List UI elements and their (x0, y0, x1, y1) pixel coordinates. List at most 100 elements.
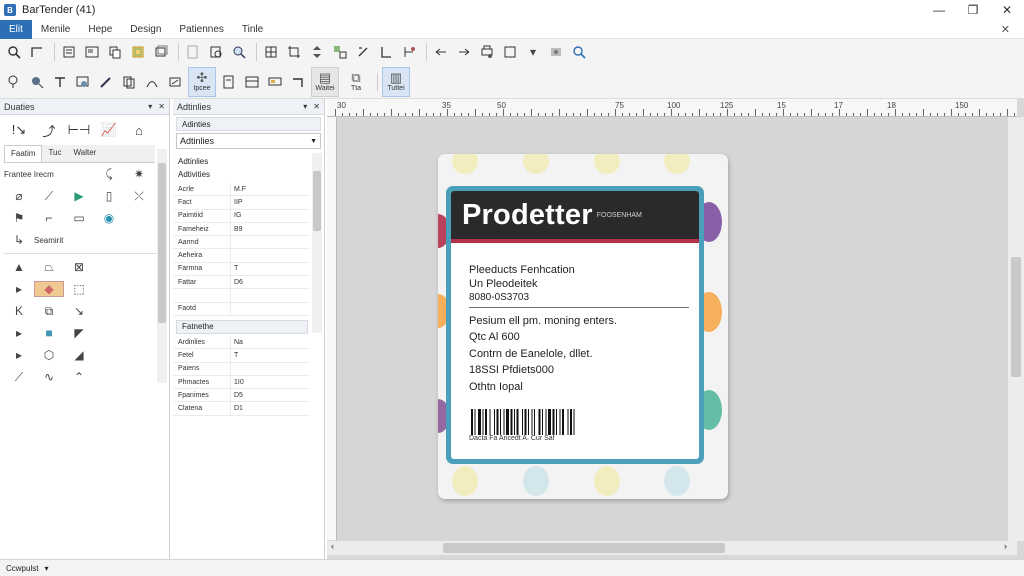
close-button[interactable]: ✕ (990, 0, 1024, 20)
page-setup-icon[interactable] (183, 42, 203, 62)
minimize-button[interactable]: — (922, 0, 956, 20)
toolbox-row-seamirit[interactable]: ↳ Seamirit (0, 229, 169, 251)
group-icon[interactable] (330, 42, 350, 62)
label-header[interactable]: Prodetter FOOSENHAM (451, 191, 699, 243)
label-preview[interactable]: Prodetter FOOSENHAM Pleeducts Fenhcation… (438, 154, 728, 499)
expand-arrow-icon[interactable]: ▸ (4, 326, 34, 340)
property-value[interactable]: T (231, 265, 238, 272)
pin-icon[interactable]: ▾ (148, 102, 152, 111)
label-text-line[interactable]: 18SSI Pfdiets000 (469, 364, 554, 376)
menu-item-design[interactable]: Design (121, 20, 170, 39)
wave-icon[interactable]: ∿ (34, 370, 64, 384)
bracket-shape-icon[interactable]: ⬡ (34, 348, 64, 362)
property-value[interactable]: Na (231, 339, 243, 346)
copy-object-icon[interactable] (119, 72, 139, 92)
magnify-icon[interactable] (569, 42, 589, 62)
menu-item-view[interactable]: Hepe (79, 20, 121, 39)
property-value[interactable]: T (231, 352, 238, 359)
property-value[interactable]: D1 (231, 405, 243, 412)
brush-icon[interactable]: ⌀ (4, 189, 34, 203)
connector-icon[interactable] (288, 72, 308, 92)
x-box-icon[interactable]: ⊠ (64, 260, 94, 274)
curve-icon[interactable] (142, 72, 162, 92)
home-icon[interactable]: ⌂ (124, 119, 154, 141)
label-text-line[interactable]: Un Pleodeitek (469, 278, 538, 290)
canvas-vertical-scrollbar[interactable] (1008, 117, 1024, 541)
align-icon[interactable] (376, 42, 396, 62)
property-row[interactable]: Fattar D6 (173, 276, 310, 290)
polyline-icon[interactable]: ⟋ (34, 189, 64, 204)
table-icon[interactable] (242, 72, 262, 92)
toolbar-group-tuttei[interactable]: ▥ Tuttei (382, 66, 410, 97)
copy-icon[interactable] (105, 42, 125, 62)
redo-icon[interactable] (454, 42, 474, 62)
chart-tool-icon[interactable]: 📈 (94, 119, 124, 141)
toolbar-group-waitei[interactable]: ▤ Waitei (311, 66, 339, 97)
property-row[interactable]: Phmactes 1I0 (173, 375, 310, 390)
menu-item-file[interactable]: Elit (0, 19, 32, 39)
picture-icon[interactable]: ◉ (94, 211, 124, 225)
rotate-icon[interactable] (353, 42, 373, 62)
expand-arrow-icon[interactable]: ▸ (4, 348, 34, 362)
property-value[interactable]: D5 (231, 392, 243, 399)
label-text-line[interactable]: Contrn de Eanelole, dllet. (469, 348, 593, 360)
property-row[interactable]: Clatena D1 (173, 402, 310, 416)
small-triangle-icon[interactable]: ◢ (64, 348, 94, 362)
clip-icon[interactable]: ⬚ (64, 282, 94, 296)
menu-item-tools[interactable]: Patiennes (170, 20, 232, 39)
property-value[interactable]: D6 (231, 279, 243, 286)
shape-icon[interactable] (27, 72, 47, 92)
property-row[interactable]: Faotd (173, 302, 310, 316)
close-icon[interactable]: ✕ (158, 102, 165, 111)
new-document-icon[interactable] (59, 42, 79, 62)
ruler-icon[interactable]: ⊢⊣ (64, 119, 94, 141)
property-row[interactable]: Fpanimes D5 (173, 389, 310, 403)
property-row[interactable]: Aarmd (173, 236, 310, 250)
property-row[interactable]: Paiens (173, 362, 310, 376)
property-row[interactable]: Fetel T (173, 349, 310, 363)
undo-icon[interactable] (431, 42, 451, 62)
triangle-icon[interactable]: ▶ (64, 189, 94, 203)
property-row[interactable]: Ardinlies Na (173, 335, 310, 350)
label-text-line[interactable]: Pleeducts Fenhcation (469, 264, 575, 276)
pointer-small-icon[interactable]: ◤ (64, 326, 94, 340)
pen-icon[interactable] (96, 72, 116, 92)
field-tool-icon[interactable]: ▭ (64, 211, 94, 225)
property-value[interactable]: B9 (231, 226, 243, 233)
label-text-line[interactable]: 8080-0S3703 (469, 292, 529, 303)
label-text-line[interactable]: Pesium ell pm. moning enters. (469, 315, 617, 327)
scroll-right-icon[interactable]: › (1004, 541, 1007, 551)
frame-icon[interactable] (500, 42, 520, 62)
nodes-icon[interactable]: ⤹ (94, 167, 124, 182)
layers-icon[interactable] (151, 42, 171, 62)
page-icon[interactable]: ▯ (94, 189, 124, 203)
label-brand[interactable]: Prodetter (462, 199, 593, 232)
doc-close-icon[interactable]: ✕ (1001, 23, 1010, 36)
chevron-down-icon[interactable]: ▾ (523, 42, 543, 62)
property-row[interactable]: Fameheiz B9 (173, 222, 310, 237)
settings-icon[interactable] (546, 42, 566, 62)
properties-dropdown[interactable]: Adtinlies ▼ (176, 133, 321, 149)
canvas-horizontal-scrollbar[interactable]: ‹ › (327, 541, 1017, 555)
toolbar-group-ipcee[interactable]: ✣ Ipcee (188, 66, 216, 97)
k-icon[interactable]: K (4, 304, 34, 318)
database-icon[interactable] (128, 42, 148, 62)
document-icon[interactable] (219, 72, 239, 92)
properties-scrollbar[interactable] (312, 153, 322, 333)
property-value[interactable]: IG (231, 212, 241, 219)
text-icon[interactable] (50, 72, 70, 92)
property-row[interactable] (173, 289, 310, 303)
ramp-icon[interactable]: ⏢ (34, 260, 64, 275)
flag-icon[interactable]: ⚑ (4, 211, 34, 225)
property-row[interactable]: Acrle M.F (173, 183, 310, 197)
tab-tuc[interactable]: Tuc (42, 145, 67, 162)
maximize-button[interactable]: ❐ (956, 0, 990, 20)
arrow-down-icon[interactable]: ↘ (64, 304, 94, 318)
tab-walter[interactable]: Walter (68, 145, 103, 162)
selected-shape-icon[interactable]: ◆ (34, 281, 64, 297)
chevron-down-icon[interactable]: ▾ (44, 564, 48, 573)
bracket-icon[interactable]: ⌐ (34, 211, 64, 225)
print-icon[interactable] (477, 42, 497, 62)
property-value[interactable]: M.F (231, 186, 246, 193)
property-row[interactable]: Paimtiid IG (173, 209, 310, 223)
